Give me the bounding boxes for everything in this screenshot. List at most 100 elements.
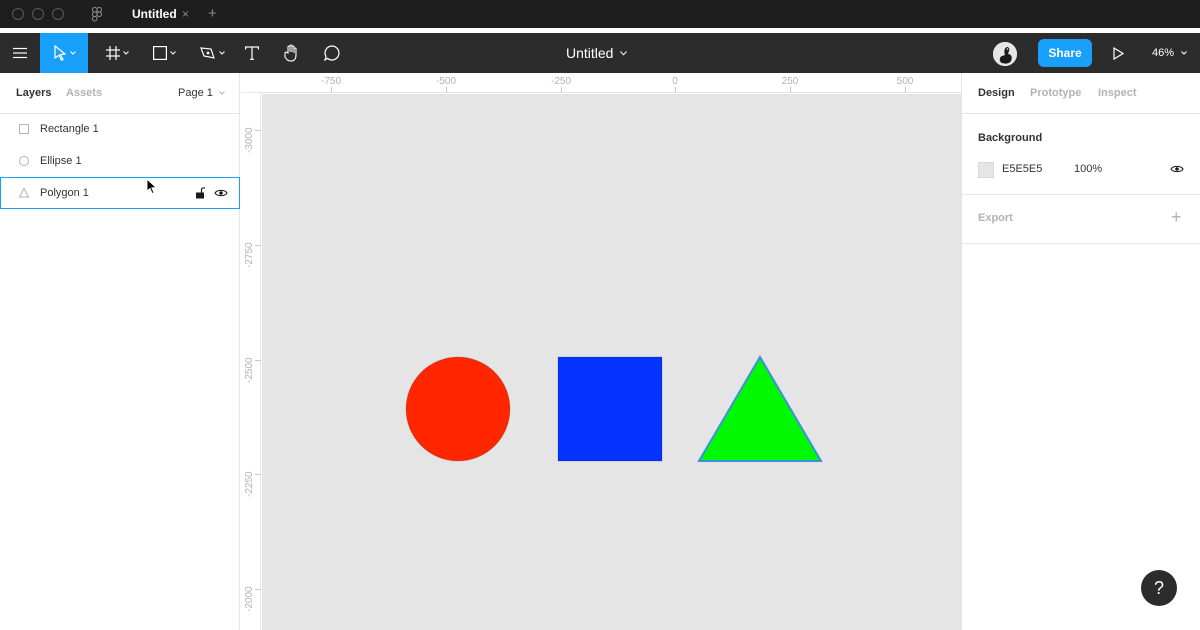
rectangle-tool-button[interactable] (146, 33, 182, 73)
layer-label: Rectangle 1 (40, 123, 99, 135)
file-title: Untitled (566, 45, 614, 61)
rectangle-icon (19, 124, 29, 134)
frame-hash-icon (105, 46, 120, 60)
comment-bubble-icon (324, 45, 340, 61)
canvas-shapes (405, 355, 823, 462)
pen-tool-button[interactable] (194, 33, 230, 73)
chevron-down-icon (169, 51, 176, 55)
tab-close-icon[interactable]: × (182, 0, 189, 28)
ruler-label: -2000 (244, 586, 255, 612)
present-button[interactable] (1108, 33, 1128, 73)
ellipse-icon (19, 156, 29, 166)
play-icon (1112, 46, 1124, 60)
unlock-icon[interactable] (195, 187, 205, 199)
eye-icon[interactable] (214, 188, 228, 198)
file-title-menu[interactable]: Untitled (566, 33, 628, 73)
rectangle-shape[interactable] (557, 356, 663, 462)
hand-icon (284, 44, 297, 62)
ruler-label: 0 (672, 76, 678, 87)
hamburger-menu-icon (13, 47, 27, 59)
ruler-label: -2500 (244, 357, 255, 383)
ruler-tick (331, 87, 332, 93)
tab-assets[interactable]: Assets (66, 73, 102, 113)
zoom-menu[interactable]: 46% (1152, 33, 1187, 73)
move-cursor-icon (53, 45, 67, 61)
ruler-label: -2750 (244, 242, 255, 268)
close-window-button[interactable] (12, 8, 24, 20)
export-section-title: Export (978, 212, 1013, 224)
ruler-tick (255, 360, 261, 361)
background-section-title: Background (978, 132, 1043, 144)
comment-tool-button[interactable] (320, 33, 344, 73)
ruler-tick (675, 87, 676, 93)
layer-row-rectangle[interactable]: Rectangle 1 (0, 113, 240, 145)
tab-layers[interactable]: Layers (16, 73, 51, 113)
ruler-label: -2250 (244, 471, 255, 497)
pen-nib-icon (199, 47, 215, 59)
background-opacity-input[interactable]: 100% (1074, 163, 1102, 175)
layer-label: Polygon 1 (40, 187, 89, 199)
chevron-down-icon (1181, 51, 1187, 55)
panel-divider (962, 113, 1200, 114)
chevron-down-icon (218, 51, 225, 55)
text-tool-button[interactable] (240, 33, 264, 73)
ruler-label: 500 (896, 76, 914, 87)
share-button[interactable]: Share (1038, 39, 1092, 67)
page-select[interactable]: Page 1 (178, 73, 225, 113)
figma-logo-icon[interactable] (92, 7, 102, 27)
main-menu-button[interactable] (8, 33, 32, 73)
toolbar: Untitled Share 46% (0, 33, 1200, 73)
ruler-tick (255, 130, 261, 131)
frame-tool-button[interactable] (100, 33, 134, 73)
chevron-down-icon (69, 51, 76, 55)
properties-panel: Design Prototype Inspect Background E5E5… (961, 73, 1200, 630)
ruler-tick (905, 87, 906, 93)
duck-avatar-icon (993, 42, 1017, 66)
ruler-label: -750 (320, 76, 342, 87)
panel-divider (962, 243, 1200, 244)
design-canvas[interactable] (262, 94, 961, 630)
ruler-label: -500 (435, 76, 457, 87)
polygon-shape[interactable] (697, 355, 823, 462)
chevron-down-icon (620, 51, 628, 56)
ruler-tick (790, 87, 791, 93)
title-bar: Untitled × + (0, 0, 1200, 28)
ruler-tick (446, 87, 447, 93)
polygon-icon (18, 187, 30, 198)
help-button[interactable]: ? (1141, 570, 1177, 606)
background-color-swatch[interactable] (978, 162, 994, 178)
ellipse-shape[interactable] (405, 356, 511, 462)
layer-row-polygon[interactable]: Polygon 1 (0, 177, 240, 209)
eye-icon[interactable] (1170, 164, 1184, 174)
ruler-label: -250 (550, 76, 572, 87)
chevron-down-icon (219, 91, 225, 95)
tab-inspect[interactable]: Inspect (1098, 73, 1137, 113)
text-t-icon (245, 46, 259, 60)
ruler-label: -3000 (244, 127, 255, 153)
horizontal-ruler: -750 -500 -250 0 250 500 (241, 73, 961, 93)
minimize-window-button[interactable] (32, 8, 44, 20)
panel-divider (962, 194, 1200, 195)
ruler-tick (255, 474, 261, 475)
layers-panel: Layers Assets Page 1 Rectangle 1 Ellipse… (0, 73, 240, 630)
tab-design[interactable]: Design (978, 73, 1015, 113)
zoom-window-button[interactable] (52, 8, 64, 20)
page-select-label: Page 1 (178, 87, 213, 99)
layer-row-ellipse[interactable]: Ellipse 1 (0, 145, 240, 177)
avatar[interactable] (993, 42, 1017, 66)
move-tool-button[interactable] (40, 33, 88, 73)
new-tab-icon[interactable]: + (208, 0, 217, 28)
hand-tool-button[interactable] (280, 33, 304, 73)
ruler-tick (255, 245, 261, 246)
mouse-cursor-icon (146, 178, 158, 195)
ruler-label: 250 (781, 76, 799, 87)
ruler-tick (255, 589, 261, 590)
tab-prototype[interactable]: Prototype (1030, 73, 1081, 113)
ruler-tick (561, 87, 562, 93)
background-hex-input[interactable]: E5E5E5 (1002, 163, 1042, 175)
file-tab[interactable]: Untitled (118, 0, 204, 28)
file-tab-label: Untitled (132, 7, 177, 21)
chevron-down-icon (122, 51, 129, 55)
layer-label: Ellipse 1 (40, 155, 82, 167)
add-export-icon[interactable]: + (1171, 207, 1182, 228)
